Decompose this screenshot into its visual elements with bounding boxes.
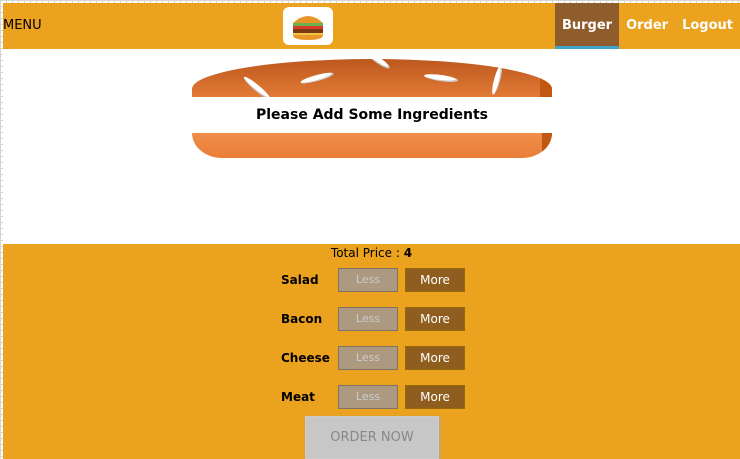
cheese-more-button[interactable]: More xyxy=(405,346,465,370)
control-label: Bacon xyxy=(281,312,323,326)
control-row-cheese: Cheese Less More xyxy=(3,346,740,370)
total-price-value: 4 xyxy=(403,246,413,260)
burger-preview: Please Add Some Ingredients xyxy=(3,49,740,244)
total-price-label: Total Price : xyxy=(330,246,400,260)
control-row-salad: Salad Less More xyxy=(3,268,740,292)
nav-burger[interactable]: Burger xyxy=(554,3,620,49)
nav-logout[interactable]: Logout xyxy=(675,3,740,49)
bread-top xyxy=(192,59,552,97)
bread-bottom xyxy=(192,133,552,158)
seed-4 xyxy=(423,72,459,84)
total-price: Total Price : 4 xyxy=(3,246,740,260)
cheese-less-button[interactable]: Less xyxy=(338,346,398,370)
seed-5 xyxy=(490,64,504,96)
bread-bottom-shade xyxy=(542,133,552,158)
seed-2 xyxy=(299,70,335,86)
bacon-less-button[interactable]: Less xyxy=(338,307,398,331)
bacon-more-button[interactable]: More xyxy=(405,307,465,331)
salad-more-button[interactable]: More xyxy=(405,268,465,292)
control-label: Salad xyxy=(281,273,319,287)
control-row-meat: Meat Less More xyxy=(3,385,740,409)
menu-toggle[interactable]: MENU xyxy=(3,3,63,49)
salad-less-button[interactable]: Less xyxy=(338,268,398,292)
control-label: Cheese xyxy=(281,351,330,365)
control-label: Meat xyxy=(281,390,315,404)
control-row-bacon: Bacon Less More xyxy=(3,307,740,331)
empty-burger-message: Please Add Some Ingredients xyxy=(255,107,489,123)
meat-more-button[interactable]: More xyxy=(405,385,465,409)
order-now-button[interactable]: ORDER NOW xyxy=(305,416,439,459)
seed-3 xyxy=(364,59,392,71)
nav-order[interactable]: Order xyxy=(619,3,675,49)
meat-less-button[interactable]: Less xyxy=(338,385,398,409)
main-nav: Burger Order Logout xyxy=(554,3,740,49)
bread-top-shade xyxy=(540,59,552,97)
toolbar: MENU Burger Order Logout xyxy=(3,3,740,49)
build-controls: Total Price : 4 Salad Less More Bacon Le… xyxy=(3,244,740,459)
burger-logo-icon[interactable] xyxy=(283,7,333,45)
seed-1 xyxy=(242,74,272,97)
